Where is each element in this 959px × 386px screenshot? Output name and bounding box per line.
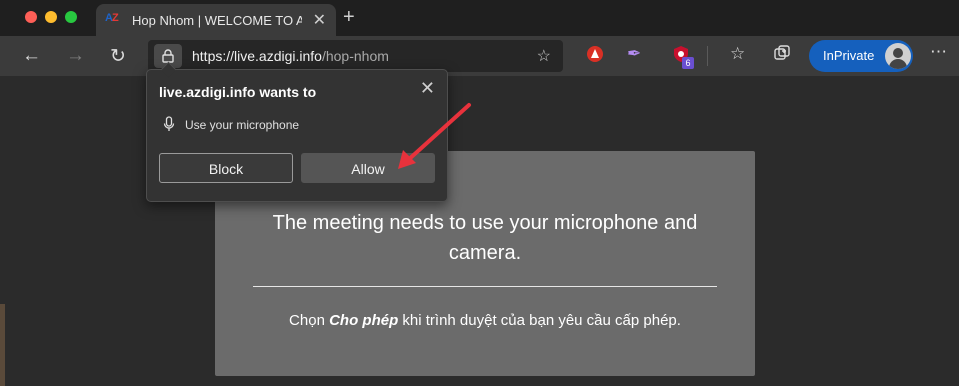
red-annotation-arrow-icon: [398, 103, 471, 169]
